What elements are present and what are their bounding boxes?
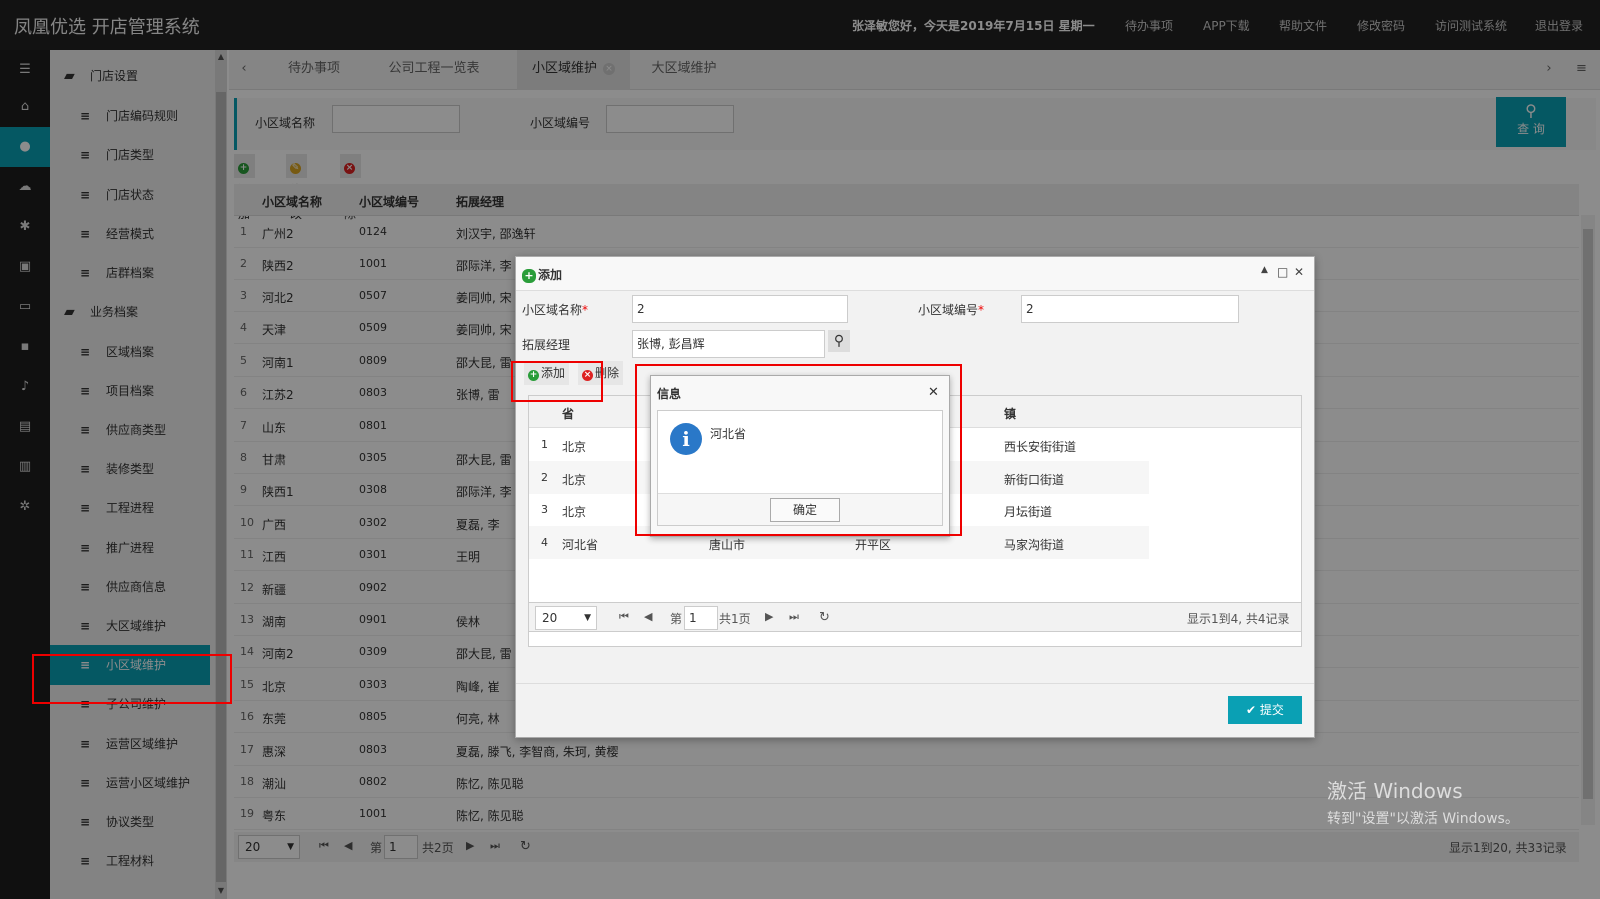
dialog-title: + 添加 bbox=[522, 266, 562, 283]
prev-page-icon[interactable]: ◀ bbox=[644, 610, 652, 623]
next-page-icon[interactable]: ▶ bbox=[765, 610, 773, 623]
last-page-icon[interactable]: ⏭ bbox=[789, 610, 799, 624]
page-prefix: 第 bbox=[670, 612, 683, 626]
highlight-box-info bbox=[635, 364, 962, 536]
dialog-code-input[interactable]: 2 bbox=[1021, 295, 1239, 323]
windows-activation-watermark: 激活 Windows 转到"设置"以激活 Windows。 bbox=[1327, 779, 1519, 827]
plus-icon: + bbox=[522, 269, 536, 283]
close-icon[interactable]: ✕ bbox=[1294, 265, 1304, 279]
refresh-icon[interactable]: ↻ bbox=[819, 610, 830, 625]
dialog-divider bbox=[516, 683, 1314, 684]
dialog-header: + 添加 ▲ □ ✕ bbox=[516, 257, 1314, 291]
check-icon: ✔ bbox=[1246, 703, 1260, 717]
submit-button[interactable]: ✔ 提交 bbox=[1228, 696, 1302, 724]
dialog-manager-input[interactable]: 张博, 彭昌辉 bbox=[632, 330, 825, 358]
maximize-icon[interactable]: □ bbox=[1277, 265, 1288, 279]
dialog-name-label: 小区域名称* bbox=[522, 303, 589, 317]
chevron-down-icon: ▼ bbox=[584, 613, 591, 623]
highlight-box-menu bbox=[32, 654, 232, 704]
pager-summary: 显示1到4, 共4记录 bbox=[1187, 612, 1290, 626]
col-town[interactable]: 镇 bbox=[1004, 405, 1016, 422]
dialog-pager: 20 ▼ ⏮ ◀ 第 1 共1页 ▶ ⏭ ↻ 显示1到4, 共4记录 bbox=[528, 602, 1302, 632]
page-size-select[interactable]: 20 ▼ bbox=[535, 606, 597, 630]
dialog-code-label: 小区域编号* bbox=[918, 303, 985, 317]
collapse-icon[interactable]: ▲ bbox=[1261, 265, 1268, 275]
page-number-input[interactable]: 1 bbox=[684, 606, 718, 630]
page-total: 共1页 bbox=[719, 612, 751, 626]
dialog-manager-label: 拓展经理 bbox=[522, 338, 571, 352]
dialog-name-input[interactable]: 2 bbox=[632, 295, 848, 323]
col-province[interactable]: 省 bbox=[562, 405, 574, 422]
search-icon[interactable]: ⚲ bbox=[828, 330, 850, 352]
first-page-icon[interactable]: ⏮ bbox=[619, 610, 629, 624]
highlight-box-add bbox=[511, 361, 603, 402]
